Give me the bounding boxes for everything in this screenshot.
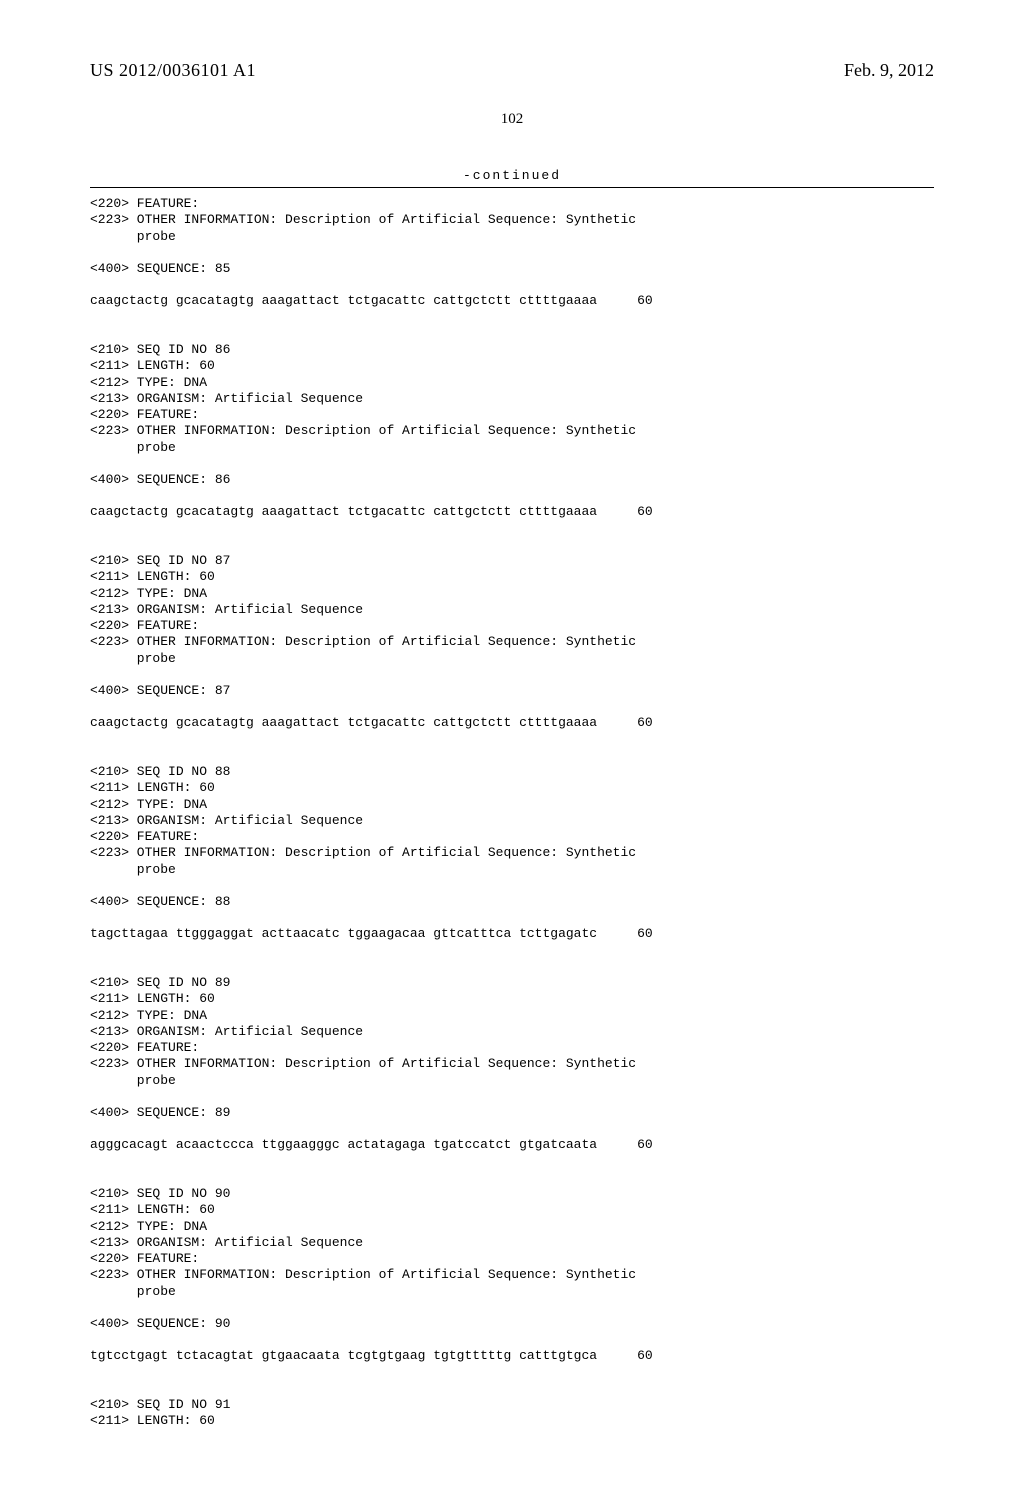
sequence-label: <400> SEQUENCE: 85	[90, 261, 934, 277]
page-header: US 2012/0036101 A1 Feb. 9, 2012	[90, 60, 934, 81]
patent-page: US 2012/0036101 A1 Feb. 9, 2012 102 -con…	[0, 0, 1024, 1488]
sequence-text: tgtcctgagt tctacagtat gtgaacaata tcgtgtg…	[90, 1348, 597, 1363]
sequence-label: <400> SEQUENCE: 90	[90, 1316, 934, 1332]
sequence-entry: <210> SEQ ID NO 86 <211> LENGTH: 60 <212…	[90, 342, 934, 519]
sequence-length: 60	[637, 1137, 653, 1152]
sequence-row: tagcttagaa ttgggaggat acttaacatc tggaaga…	[90, 926, 934, 941]
sequence-entry: <220> FEATURE: <223> OTHER INFORMATION: …	[90, 196, 934, 308]
other-info-line-cont: probe	[90, 1284, 934, 1300]
feature-line: <220> FEATURE:	[90, 407, 934, 423]
seq-id-line: <210> SEQ ID NO 91	[90, 1397, 934, 1413]
sequence-row: caagctactg gcacatagtg aaagattact tctgaca…	[90, 293, 934, 308]
other-info-line: <223> OTHER INFORMATION: Description of …	[90, 634, 934, 650]
feature-line: <220> FEATURE:	[90, 1251, 934, 1267]
organism-line: <213> ORGANISM: Artificial Sequence	[90, 1024, 934, 1040]
sequence-length: 60	[637, 1348, 653, 1363]
sequence-label: <400> SEQUENCE: 87	[90, 683, 934, 699]
other-info-line-cont: probe	[90, 229, 934, 245]
sequence-row: caagctactg gcacatagtg aaagattact tctgaca…	[90, 715, 934, 730]
feature-line: <220> FEATURE:	[90, 196, 934, 212]
page-number: 102	[90, 111, 934, 128]
continued-label: -continued	[90, 168, 934, 183]
other-info-line: <223> OTHER INFORMATION: Description of …	[90, 1056, 934, 1072]
other-info-line-cont: probe	[90, 440, 934, 456]
sequence-entry: <210> SEQ ID NO 88 <211> LENGTH: 60 <212…	[90, 764, 934, 941]
organism-line: <213> ORGANISM: Artificial Sequence	[90, 813, 934, 829]
seq-id-line: <210> SEQ ID NO 88	[90, 764, 934, 780]
top-rule	[90, 187, 934, 188]
other-info-line: <223> OTHER INFORMATION: Description of …	[90, 423, 934, 439]
sequence-entry: <210> SEQ ID NO 91 <211> LENGTH: 60	[90, 1397, 934, 1430]
other-info-line-cont: probe	[90, 651, 934, 667]
seq-id-line: <210> SEQ ID NO 87	[90, 553, 934, 569]
sequence-length: 60	[637, 715, 653, 730]
publication-date: Feb. 9, 2012	[844, 60, 934, 81]
feature-line: <220> FEATURE:	[90, 829, 934, 845]
length-line: <211> LENGTH: 60	[90, 780, 934, 796]
length-line: <211> LENGTH: 60	[90, 991, 934, 1007]
organism-line: <213> ORGANISM: Artificial Sequence	[90, 602, 934, 618]
length-line: <211> LENGTH: 60	[90, 569, 934, 585]
length-line: <211> LENGTH: 60	[90, 1413, 934, 1429]
sequence-row: agggcacagt acaactccca ttggaagggc actatag…	[90, 1137, 934, 1152]
feature-line: <220> FEATURE:	[90, 1040, 934, 1056]
sequence-length: 60	[637, 504, 653, 519]
type-line: <212> TYPE: DNA	[90, 1219, 934, 1235]
organism-line: <213> ORGANISM: Artificial Sequence	[90, 1235, 934, 1251]
sequence-text: caagctactg gcacatagtg aaagattact tctgaca…	[90, 293, 597, 308]
sequence-row: tgtcctgagt tctacagtat gtgaacaata tcgtgtg…	[90, 1348, 934, 1363]
sequence-text: agggcacagt acaactccca ttggaagggc actatag…	[90, 1137, 597, 1152]
type-line: <212> TYPE: DNA	[90, 586, 934, 602]
other-info-line-cont: probe	[90, 1073, 934, 1089]
type-line: <212> TYPE: DNA	[90, 375, 934, 391]
seq-id-line: <210> SEQ ID NO 86	[90, 342, 934, 358]
length-line: <211> LENGTH: 60	[90, 358, 934, 374]
seq-id-line: <210> SEQ ID NO 90	[90, 1186, 934, 1202]
sequence-length: 60	[637, 926, 653, 941]
sequence-text: tagcttagaa ttgggaggat acttaacatc tggaaga…	[90, 926, 597, 941]
other-info-line: <223> OTHER INFORMATION: Description of …	[90, 1267, 934, 1283]
other-info-line: <223> OTHER INFORMATION: Description of …	[90, 845, 934, 861]
publication-number: US 2012/0036101 A1	[90, 60, 256, 81]
other-info-line-cont: probe	[90, 862, 934, 878]
organism-line: <213> ORGANISM: Artificial Sequence	[90, 391, 934, 407]
seq-id-line: <210> SEQ ID NO 89	[90, 975, 934, 991]
type-line: <212> TYPE: DNA	[90, 797, 934, 813]
sequence-entry: <210> SEQ ID NO 89 <211> LENGTH: 60 <212…	[90, 975, 934, 1152]
sequence-length: 60	[637, 293, 653, 308]
sequence-text: caagctactg gcacatagtg aaagattact tctgaca…	[90, 504, 597, 519]
sequence-entry: <210> SEQ ID NO 87 <211> LENGTH: 60 <212…	[90, 553, 934, 730]
length-line: <211> LENGTH: 60	[90, 1202, 934, 1218]
sequence-entry: <210> SEQ ID NO 90 <211> LENGTH: 60 <212…	[90, 1186, 934, 1363]
sequence-label: <400> SEQUENCE: 89	[90, 1105, 934, 1121]
feature-line: <220> FEATURE:	[90, 618, 934, 634]
other-info-line: <223> OTHER INFORMATION: Description of …	[90, 212, 934, 228]
type-line: <212> TYPE: DNA	[90, 1008, 934, 1024]
sequence-row: caagctactg gcacatagtg aaagattact tctgaca…	[90, 504, 934, 519]
sequence-text: caagctactg gcacatagtg aaagattact tctgaca…	[90, 715, 597, 730]
sequence-label: <400> SEQUENCE: 86	[90, 472, 934, 488]
sequence-label: <400> SEQUENCE: 88	[90, 894, 934, 910]
